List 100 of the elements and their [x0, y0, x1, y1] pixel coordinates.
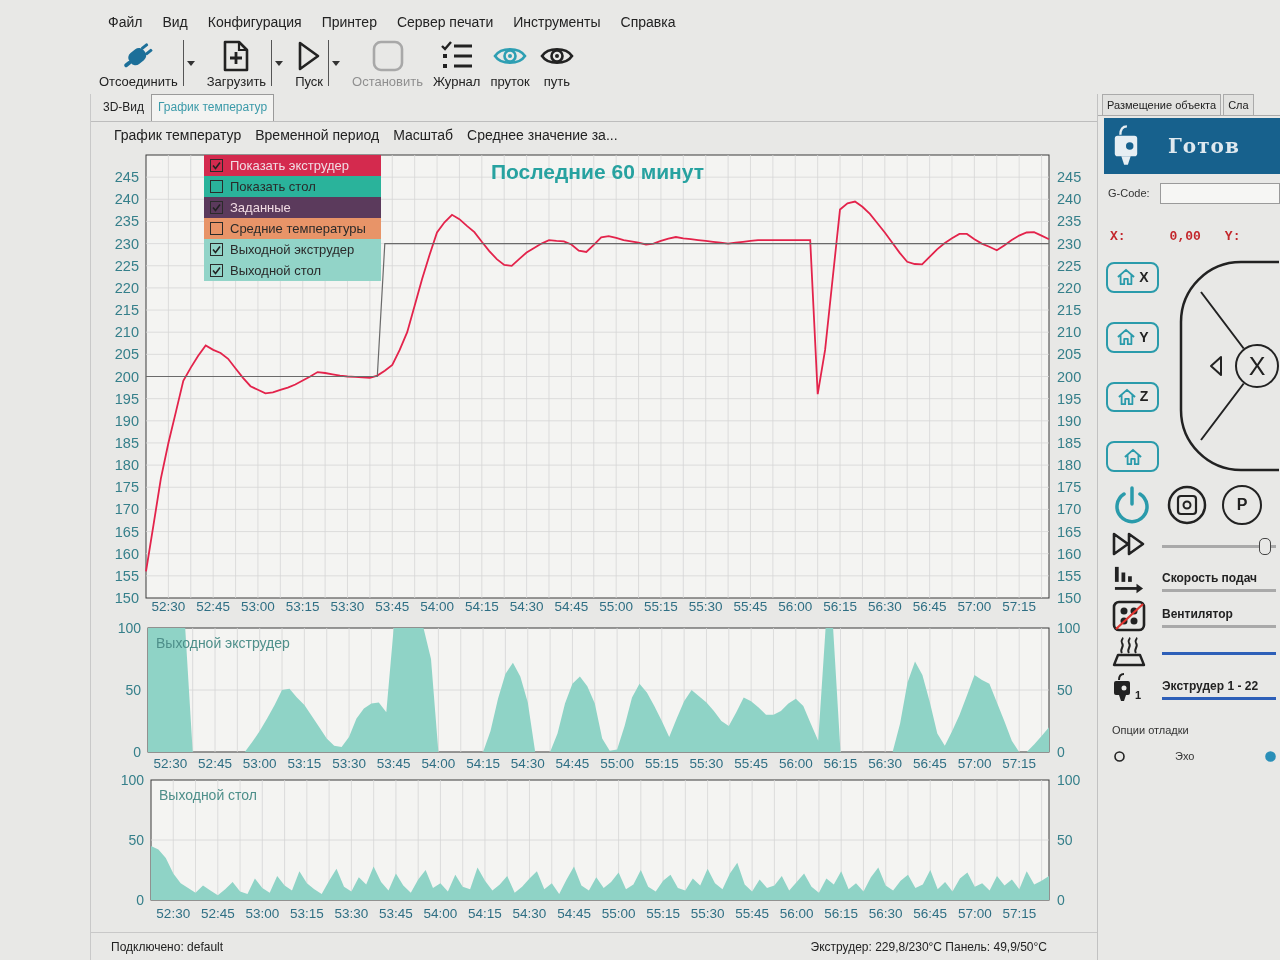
home-icon: [1116, 268, 1137, 287]
control-label: Экструдер 1 - 22: [1162, 677, 1260, 695]
axis-tick-label: 53:15: [285, 599, 320, 614]
home-button[interactable]: Y: [1106, 321, 1159, 353]
axis-tick-label: 155: [1057, 567, 1082, 584]
menu-item[interactable]: Инструменты: [503, 11, 611, 33]
toolbar-button[interactable]: Отсоединить: [94, 34, 183, 94]
checkbox[interactable]: [210, 222, 223, 235]
axis-tick-label: 55:15: [646, 906, 680, 921]
axis-tick-label: 53:45: [375, 599, 410, 614]
option-label: Эхо: [1175, 749, 1195, 765]
axis-tick-label: 0: [1057, 744, 1065, 760]
axis-tick-label: 56:15: [823, 756, 858, 771]
toolbar-button[interactable]: Журнал: [428, 34, 486, 94]
slider-track[interactable]: [1162, 651, 1276, 655]
legend-label: Средние температуры: [230, 219, 366, 238]
legend-item[interactable]: Показать экструдер: [204, 155, 381, 176]
printer-status: Готов: [1168, 133, 1240, 160]
arrow-left-icon[interactable]: [1210, 356, 1222, 376]
checkbox[interactable]: [210, 180, 223, 193]
dropdown-button[interactable]: [182, 40, 198, 86]
power-icon[interactable]: [1112, 485, 1152, 525]
radio-button[interactable]: [1265, 751, 1276, 762]
menu-item[interactable]: Вид: [152, 11, 198, 33]
menu-item[interactable]: Принтер: [311, 11, 387, 33]
axis-tick-label: 225: [1057, 257, 1082, 274]
letter-button[interactable]: P: [1222, 485, 1262, 525]
axis-tick-label: 56:30: [867, 599, 902, 614]
axis-tick-label: 55:45: [734, 756, 769, 771]
axis-tick-label: 100: [1057, 772, 1081, 788]
legend-item[interactable]: Заданные: [204, 197, 381, 218]
slider-thumb[interactable]: [1258, 537, 1271, 555]
checkbox[interactable]: [210, 201, 223, 214]
axis-tick-label: 54:45: [557, 906, 591, 921]
axis-tick-label: 55:00: [599, 599, 634, 614]
dropdown-button[interactable]: [328, 40, 343, 86]
caret-icon: [186, 60, 195, 66]
axis-tick-label: 55:45: [733, 599, 768, 614]
toolbar-button[interactable]: Загрузить: [201, 34, 272, 94]
axis-tick-label: 56:00: [778, 599, 813, 614]
axis-tick-label: 54:15: [468, 906, 502, 921]
axis-tick-label: 54:45: [554, 599, 589, 614]
home-button[interactable]: [1106, 441, 1159, 472]
toolbar-button[interactable]: путь: [534, 34, 579, 94]
panel-tab[interactable]: Размещение объекта: [1102, 94, 1222, 115]
axis-tick-label: 160: [1057, 545, 1082, 562]
legend-item[interactable]: Выходной стол: [204, 260, 381, 281]
menu-item[interactable]: Конфигурация: [197, 11, 312, 33]
axis-tick-label: 57:00: [957, 599, 992, 614]
home-button[interactable]: Z: [1106, 381, 1159, 413]
axis-tick-label: 55:00: [601, 906, 636, 921]
caret-icon: [275, 60, 284, 66]
checkbox[interactable]: [210, 243, 223, 256]
axis-tick-label: 205: [114, 346, 139, 363]
axis-tick-label: 54:15: [466, 756, 500, 771]
axis-tick-label: 180: [1057, 457, 1082, 474]
menu-item[interactable]: График температур: [107, 124, 249, 146]
legend-item[interactable]: Средние температуры: [204, 218, 381, 239]
menu-item[interactable]: Справка: [610, 11, 686, 33]
gcode-input[interactable]: [1159, 182, 1280, 204]
toolbar-button[interactable]: Пуск: [290, 34, 328, 94]
toolbar-button[interactable]: пруток: [485, 34, 535, 94]
axis-tick-label: 165: [114, 523, 139, 540]
axis-tick-label: 52:45: [196, 599, 231, 614]
menu-item[interactable]: Файл: [98, 11, 153, 33]
axis-tick-label: 52:30: [156, 906, 191, 921]
section-title: Опции отладки: [1112, 723, 1190, 738]
axis-tick-label: 195: [1057, 390, 1082, 407]
axis-tick-label: 52:30: [153, 756, 188, 771]
legend-label: Выходной стол: [230, 261, 322, 280]
jog-center-button[interactable]: X: [1235, 344, 1279, 388]
axis-tick-label: 54:30: [512, 906, 547, 921]
axis-tick-label: 56:45: [913, 906, 948, 921]
legend-item[interactable]: Показать стол: [204, 176, 381, 197]
square-dot-icon[interactable]: [1167, 485, 1207, 525]
checkbox[interactable]: [210, 264, 223, 277]
slider-track[interactable]: [1162, 588, 1276, 592]
menu-item[interactable]: Временной период: [248, 124, 387, 146]
axis-tick-label: 245: [114, 169, 139, 186]
axis-tick-label: 155: [114, 567, 139, 584]
panel-tab[interactable]: Сла: [1223, 94, 1254, 115]
axis-tick-label: 52:45: [198, 756, 232, 771]
axis-tick-label: 235: [114, 213, 139, 230]
radio-button[interactable]: [1114, 751, 1125, 762]
menu-item[interactable]: Среднее значение за...: [460, 124, 625, 146]
view-tab[interactable]: 3D-Вид: [96, 94, 152, 121]
jog-pad[interactable]: [1179, 260, 1279, 472]
fan-off-icon: [1112, 600, 1146, 632]
axis-tick-label: 56:30: [868, 756, 903, 771]
menu-item[interactable]: Сервер печати: [386, 11, 504, 33]
slider-track[interactable]: [1162, 696, 1276, 700]
checkbox[interactable]: [210, 159, 223, 172]
axis-tick-label: 205: [1057, 346, 1082, 363]
fast-forward-icon: [1112, 532, 1146, 556]
slider-track[interactable]: [1162, 624, 1276, 628]
home-button[interactable]: X: [1106, 262, 1159, 293]
menu-item[interactable]: Масштаб: [386, 124, 461, 146]
axis-tick-label: 220: [114, 279, 139, 296]
legend-item[interactable]: Выходной экструдер: [204, 239, 381, 260]
axis-tick-label: 150: [114, 590, 139, 606]
